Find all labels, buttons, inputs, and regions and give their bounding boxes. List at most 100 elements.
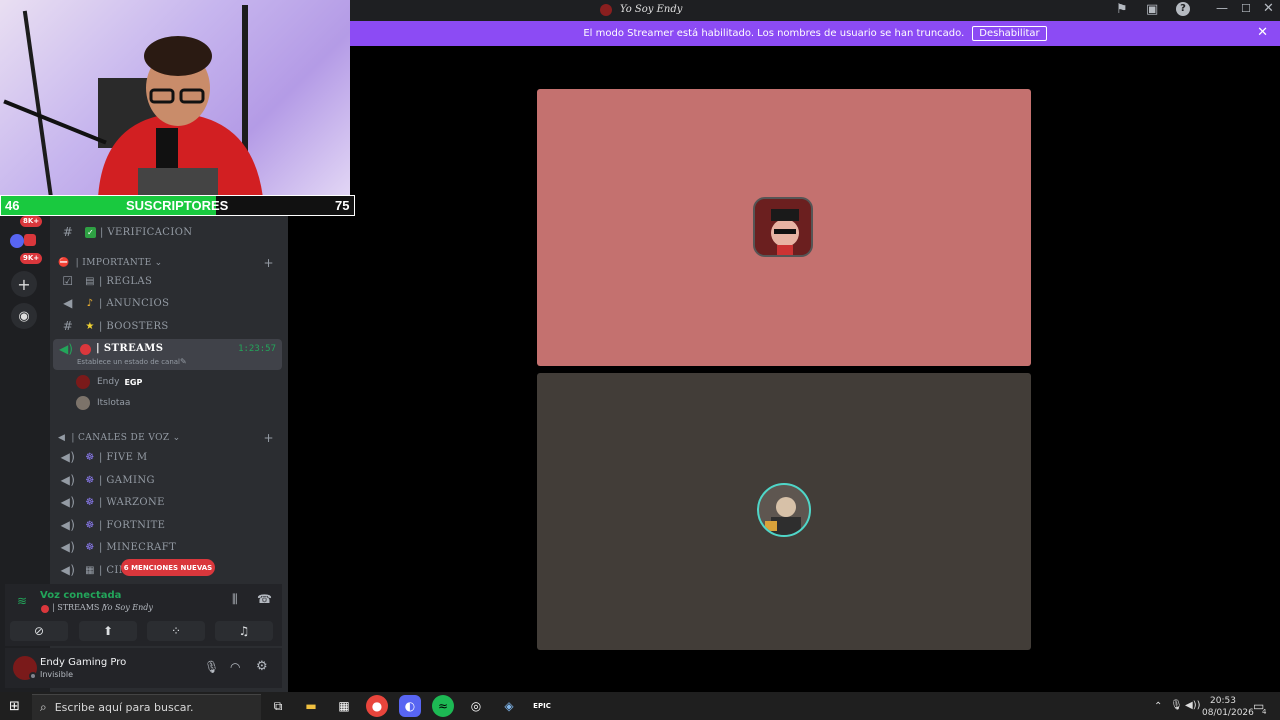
voice-server-name[interactable]: Yo Soy Endy xyxy=(103,603,153,612)
channel-anuncios[interactable]: ◀ ♪ | ANUNCIOS xyxy=(50,293,288,313)
notification-count: 4 xyxy=(1262,708,1267,716)
server-icon[interactable] xyxy=(10,234,24,248)
speaker-icon: ◀) xyxy=(60,450,76,464)
disconnect-icon[interactable]: ☎ xyxy=(257,592,272,606)
subscriber-goal-bar: 46 SUSCRIPTORES 75 xyxy=(0,195,355,216)
activities-button[interactable]: ⁘ xyxy=(147,621,205,641)
add-channel-icon[interactable]: + xyxy=(264,256,274,270)
voice-channel-minecraft[interactable]: ◀) ☸ | MINECRAFT xyxy=(50,537,288,557)
rules-icon: ☑ xyxy=(62,274,74,288)
discord-icon[interactable]: ◐ xyxy=(399,695,421,717)
minimize-icon[interactable]: — xyxy=(1216,1,1228,15)
speaker-icon: ◀) xyxy=(60,540,76,554)
video-off-button[interactable]: ⊘ xyxy=(10,621,68,641)
server-mention-badge: 8K+ xyxy=(20,216,43,227)
category-label: | CANALES DE VOZ xyxy=(71,433,170,443)
obs-icon[interactable]: ◎ xyxy=(465,695,487,717)
alien-icon: ☸ xyxy=(85,496,95,508)
alien-icon: ☸ xyxy=(85,541,95,553)
noise-suppression-icon[interactable]: ⫼ xyxy=(232,592,238,607)
channel-label: | REGLAS xyxy=(99,275,153,287)
microphone-icon[interactable]: 🎙︎ xyxy=(204,660,219,674)
add-channel-icon[interactable]: + xyxy=(264,431,274,445)
close-banner-icon[interactable]: ✕ xyxy=(1257,25,1268,40)
steam-icon[interactable]: ◈ xyxy=(498,695,520,717)
screen-share-button[interactable]: ⬆ xyxy=(79,621,137,641)
text-channel-icon: # xyxy=(62,319,74,333)
username[interactable]: Endy Gaming Pro xyxy=(40,657,126,668)
no-entry-icon: ⛔ xyxy=(58,258,70,268)
announcement-icon: ◀ xyxy=(63,296,73,310)
star-icon: ★ xyxy=(85,320,95,332)
voice-channel-fortnite[interactable]: ◀) ☸ | FORTNITE xyxy=(50,515,288,535)
channel-streams[interactable]: ◀) | STREAMS 1:23:57 Establece un estado… xyxy=(53,339,282,370)
close-window-icon[interactable]: ✕ xyxy=(1263,1,1274,16)
task-view-icon[interactable]: ⧉ xyxy=(267,695,289,717)
speaker-icon: ◀ xyxy=(58,433,66,443)
disable-streamer-button[interactable]: Deshabilitar xyxy=(972,26,1047,41)
voice-channel-fivem[interactable]: ◀) ☸ | FIVE M xyxy=(50,447,288,467)
light-stand xyxy=(22,10,54,195)
settings-gear-icon[interactable]: ⚙ xyxy=(256,659,268,674)
file-explorer-icon[interactable]: ▬ xyxy=(300,695,322,717)
voice-member[interactable]: Endy EGP xyxy=(76,373,142,391)
channel-verificacion[interactable]: # ✓ | VERIFICACION xyxy=(50,222,288,242)
window-title: Yo Soy Endy xyxy=(620,4,683,15)
sub-goal: 75 xyxy=(335,198,350,213)
spotify-icon[interactable]: ≈ xyxy=(432,695,454,717)
voice-channel-warzone[interactable]: ◀) ☸ | WARZONE xyxy=(50,492,288,512)
maximize-icon[interactable]: ☐ xyxy=(1241,2,1251,15)
channel-status[interactable]: Establece un estado de canal xyxy=(77,358,180,366)
voice-channel-name[interactable]: | STREAMS / xyxy=(52,603,105,612)
channel-label: | BOOSTERS xyxy=(99,320,169,332)
new-mentions-pill[interactable]: 6 MENCIONES NUEVAS xyxy=(121,559,215,576)
clock-date[interactable]: 08/01/2026 xyxy=(1202,708,1254,718)
banner-text: El modo Streamer está habilitado. Los no… xyxy=(583,28,965,39)
windows-start-icon[interactable]: ⊞ xyxy=(9,699,20,714)
store-icon[interactable]: ▦ xyxy=(333,695,355,717)
status-indicator xyxy=(29,672,37,680)
voice-connection-panel: ≋ Voz conectada | STREAMS / Yo Soy Endy … xyxy=(5,584,282,646)
edit-icon[interactable]: ✎ xyxy=(180,357,187,366)
chrome-icon[interactable]: ● xyxy=(366,695,388,717)
no-entry-icon xyxy=(41,605,49,613)
member-name: Endy xyxy=(97,377,120,387)
no-entry-icon xyxy=(80,344,91,355)
soundboard-button[interactable]: ♫ xyxy=(215,621,273,641)
category-canales-de-voz[interactable]: ◀ | CANALES DE VOZ ⌄ + xyxy=(58,431,280,445)
film-icon: ▦ xyxy=(85,564,95,576)
voice-channel-gaming[interactable]: ◀) ☸ | GAMING xyxy=(50,470,288,490)
inbox-icon[interactable]: ▣ xyxy=(1146,2,1158,17)
signal-icon[interactable]: ≋ xyxy=(17,594,27,608)
channel-reglas[interactable]: ☑ ▤ | REGLAS xyxy=(50,271,288,291)
channel-label: | VERIFICACION xyxy=(100,226,193,238)
category-label: | IMPORTANTE xyxy=(75,258,152,268)
channel-label: | MINECRAFT xyxy=(99,541,177,553)
participant-tile-itslotaa[interactable] xyxy=(537,373,1031,650)
tray-mic-icon[interactable]: 🎙︎ xyxy=(1170,700,1183,711)
participant-avatar xyxy=(753,197,813,257)
add-server-icon[interactable]: + xyxy=(11,271,37,297)
epic-games-icon[interactable]: EPIC xyxy=(531,695,553,717)
speaker-icon: ◀) xyxy=(60,563,76,577)
stream-timer: 1:23:57 xyxy=(238,344,276,354)
explore-icon[interactable]: ◉ xyxy=(11,303,37,329)
voice-status[interactable]: Voz conectada xyxy=(40,590,121,601)
headphones-icon[interactable]: ◠ xyxy=(230,660,240,674)
tray-chevron-icon[interactable]: ⌃ xyxy=(1154,701,1162,712)
voice-member[interactable]: Itslotaa xyxy=(76,394,130,412)
streamer-mode-banner: El modo Streamer está habilitado. Los no… xyxy=(350,21,1280,46)
flag-icon[interactable]: ⚑ xyxy=(1116,2,1128,17)
volume-icon[interactable]: ◀)) xyxy=(1185,700,1201,711)
clock-time[interactable]: 20:53 xyxy=(1210,696,1236,706)
user-panel: Endy Gaming Pro Invisible 🎙︎ ◠ ⚙ xyxy=(5,648,282,688)
channel-label: | STREAMS xyxy=(96,343,164,354)
bell-icon: ♪ xyxy=(86,297,94,309)
channel-boosters[interactable]: # ★ | BOOSTERS xyxy=(50,316,288,336)
taskbar-search[interactable]: ⌕ Escribe aquí para buscar. xyxy=(32,694,261,720)
server-icon[interactable] xyxy=(24,234,36,246)
participant-tile-endy[interactable] xyxy=(537,89,1031,366)
category-importante[interactable]: ⛔ | IMPORTANTE ⌄ + xyxy=(58,256,280,270)
channel-label: | GAMING xyxy=(99,474,155,486)
help-icon[interactable]: ? xyxy=(1176,2,1190,16)
